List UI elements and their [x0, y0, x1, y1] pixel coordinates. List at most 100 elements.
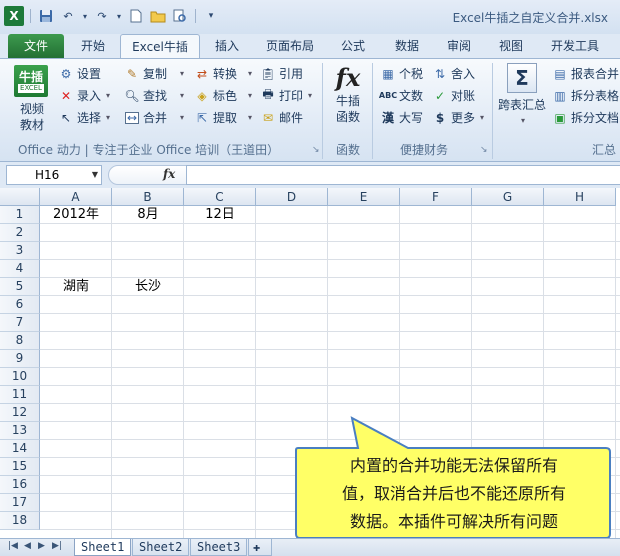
select-label: 选择 — [77, 111, 102, 125]
select-button[interactable]: ↖ 选择 ▾ — [58, 109, 110, 126]
print-preview-icon[interactable] — [171, 7, 189, 25]
row-header-15[interactable]: 15 — [0, 458, 40, 476]
chinese-upper-button[interactable]: 漢 大写 — [380, 109, 423, 126]
chevron-down-icon: ▾ — [308, 91, 313, 100]
print-button[interactable]: 🖶 打印 ▾ — [260, 87, 312, 104]
last-sheet-icon[interactable]: ▶| — [52, 541, 62, 551]
save-icon[interactable] — [37, 7, 55, 25]
cell-a1[interactable]: 2012年 — [40, 206, 112, 224]
row-header-9[interactable]: 9 — [0, 350, 40, 368]
row-header-14[interactable]: 14 — [0, 440, 40, 458]
row-header-12[interactable]: 12 — [0, 404, 40, 422]
gridline-vertical — [111, 206, 112, 538]
row-header-16[interactable]: 16 — [0, 476, 40, 494]
split-doc-label: 拆分文档 — [571, 111, 620, 125]
row-header-3[interactable]: 3 — [0, 242, 40, 260]
reference-button[interactable]: 📋︎ 引用 — [260, 65, 303, 82]
qat-separator — [30, 9, 31, 23]
entry-button[interactable]: ✕ 录入 ▾ — [58, 87, 110, 104]
excel-app-icon[interactable]: X — [4, 6, 24, 26]
row-header-5[interactable]: 5 — [0, 278, 40, 296]
tab-view[interactable]: 视图 — [488, 34, 534, 58]
entry-label: 录入 — [77, 89, 102, 103]
sheet-tab-1[interactable]: Sheet1 — [74, 539, 132, 556]
column-header-g[interactable]: G — [472, 188, 544, 206]
cell-c1[interactable]: 12日 — [184, 206, 256, 224]
column-header-a[interactable]: A — [40, 188, 112, 206]
row-header-6[interactable]: 6 — [0, 296, 40, 314]
new-document-icon[interactable] — [127, 7, 145, 25]
text-number-button[interactable]: ABC 文数 — [379, 87, 423, 104]
first-sheet-icon[interactable]: |◀ — [8, 541, 18, 551]
cell-a5[interactable]: 湖南 — [40, 278, 112, 296]
sheet-tab-3[interactable]: Sheet3 — [190, 539, 248, 556]
open-folder-icon[interactable] — [149, 7, 167, 25]
prev-sheet-icon[interactable]: ◀ — [24, 541, 31, 551]
tab-page-layout[interactable]: 页面布局 — [256, 34, 324, 58]
find-button[interactable]: 🔍︎ 查找 ▾ — [124, 87, 184, 104]
dialog-launcher-icon[interactable]: ↘ — [480, 145, 488, 155]
next-sheet-icon[interactable]: ▶ — [38, 541, 45, 551]
tab-review[interactable]: 审阅 — [436, 34, 482, 58]
tab-insert[interactable]: 插入 — [204, 34, 250, 58]
tab-formulas[interactable]: 公式 — [330, 34, 376, 58]
tab-excel-niuchao[interactable]: Excel牛插 — [120, 34, 200, 59]
sheet-tab-bar: |◀ ◀ ▶ ▶| Sheet1 Sheet2 Sheet3 ✚ — [0, 538, 620, 556]
insert-sheet-icon[interactable]: ✚ — [248, 539, 272, 556]
row-header-10[interactable]: 10 — [0, 368, 40, 386]
redo-icon[interactable]: ↷ — [93, 7, 111, 25]
split-table-button[interactable]: ▥ 拆分表格 — [552, 87, 619, 104]
cell-b1[interactable]: 8月 — [112, 206, 184, 224]
group-separator — [322, 63, 323, 159]
formula-input[interactable] — [186, 165, 620, 185]
row-header-1[interactable]: 1 — [0, 206, 40, 224]
row-header-18[interactable]: 18 — [0, 512, 40, 530]
dialog-launcher-icon[interactable]: ↘ — [312, 145, 320, 155]
tab-file[interactable]: 文件 — [8, 34, 64, 58]
name-box[interactable]: H16 ▼ — [6, 165, 102, 185]
cross-table-summary-button[interactable]: Σ 跨表汇总 ▾ — [496, 63, 548, 129]
reconcile-button[interactable]: ✓ 对账 — [432, 87, 475, 104]
column-header-h[interactable]: H — [544, 188, 616, 206]
gridline-horizontal — [40, 439, 620, 440]
row-header-8[interactable]: 8 — [0, 332, 40, 350]
insert-function-icon[interactable]: fx — [163, 167, 175, 181]
row-header-2[interactable]: 2 — [0, 224, 40, 242]
cell-b5[interactable]: 长沙 — [112, 278, 184, 296]
niuchao-function-button[interactable]: fx 牛插 函数 — [330, 63, 366, 125]
row-header-17[interactable]: 17 — [0, 494, 40, 512]
undo-dropdown-icon[interactable]: ▾ — [81, 7, 89, 25]
convert-button[interactable]: ⇄ 转换 ▾ — [194, 65, 252, 82]
chevron-down-icon[interactable]: ▼ — [92, 166, 98, 184]
row-header-4[interactable]: 4 — [0, 260, 40, 278]
column-header-c[interactable]: C — [184, 188, 256, 206]
mail-button[interactable]: ✉ 邮件 — [260, 109, 303, 126]
column-header-f[interactable]: F — [400, 188, 472, 206]
split-doc-button[interactable]: ▣ 拆分文档 — [552, 109, 619, 126]
tab-developer[interactable]: 开发工具 — [540, 34, 610, 58]
row-header-13[interactable]: 13 — [0, 422, 40, 440]
redo-dropdown-icon[interactable]: ▾ — [115, 7, 123, 25]
report-merge-button[interactable]: ▤ 报表合并 — [552, 65, 619, 82]
tab-home[interactable]: 开始 — [70, 34, 116, 58]
column-header-e[interactable]: E — [328, 188, 400, 206]
merge-button[interactable]: 合并 ▾ — [124, 109, 184, 126]
round-button[interactable]: ⇅ 舍入 — [432, 65, 475, 82]
row-header-7[interactable]: 7 — [0, 314, 40, 332]
tax-button[interactable]: ▦ 个税 — [380, 65, 423, 82]
niuchao-logo-button[interactable]: 牛插 EXCEL 视频 教材 — [14, 65, 50, 133]
row-header-11[interactable]: 11 — [0, 386, 40, 404]
settings-button[interactable]: ⚙ 设置 — [58, 65, 101, 82]
mark-color-button[interactable]: ◈ 标色 ▾ — [194, 87, 252, 104]
customize-qat-icon[interactable]: ▾ — [202, 7, 220, 25]
column-header-b[interactable]: B — [112, 188, 184, 206]
sheet-tab-2[interactable]: Sheet2 — [132, 539, 190, 556]
copy-button[interactable]: ✎ 复制 ▾ — [124, 65, 184, 82]
more-button[interactable]: $ 更多 ▾ — [432, 109, 484, 126]
undo-icon[interactable]: ↶ — [59, 7, 77, 25]
chevron-down-icon: ▾ — [480, 113, 485, 122]
tab-data[interactable]: 数据 — [384, 34, 430, 58]
extract-button[interactable]: ⇱ 提取 ▾ — [194, 109, 252, 126]
column-header-d[interactable]: D — [256, 188, 328, 206]
select-all-corner[interactable] — [0, 188, 40, 206]
